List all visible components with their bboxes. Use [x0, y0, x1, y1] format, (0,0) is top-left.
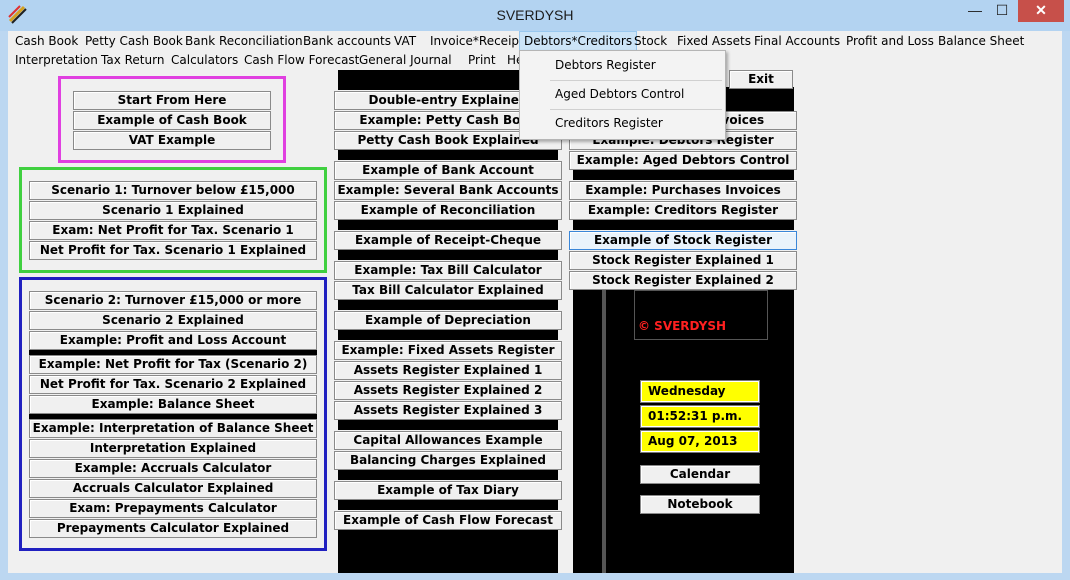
scenario2-button[interactable]: Scenario 2: Turnover £15,000 or more — [29, 291, 317, 310]
example-creditors-register-button[interactable]: Example: Creditors Register — [569, 201, 797, 220]
dropdown-creditors-register[interactable]: Creditors Register — [520, 109, 725, 137]
scenario1-explained-button[interactable]: Scenario 1 Explained — [29, 201, 317, 220]
example-bank-account-button[interactable]: Example of Bank Account — [334, 161, 562, 180]
stock-register-explained-1-button[interactable]: Stock Register Explained 1 — [569, 251, 797, 270]
example-cash-flow-forecast-button[interactable]: Example of Cash Flow Forecast — [334, 511, 562, 530]
menu-profit-and-loss[interactable]: Profit and Loss — [842, 32, 938, 50]
dropdown-aged-debtors-control[interactable]: Aged Debtors Control — [520, 80, 725, 108]
dropdown-debtors-register[interactable]: Debtors Register — [520, 51, 725, 79]
menu-general-journal[interactable]: General Journal — [355, 51, 456, 69]
notebook-button[interactable]: Notebook — [640, 495, 760, 514]
separator-bar — [338, 150, 558, 160]
menu-print[interactable]: Print — [464, 51, 500, 69]
menu-invoice-receipt[interactable]: Invoice*Receipt — [426, 32, 528, 50]
separator-bar — [573, 220, 794, 230]
example-accruals-calculator-button[interactable]: Example: Accruals Calculator — [29, 459, 317, 478]
separator-bar — [338, 500, 558, 510]
menu-vat[interactable]: VAT — [390, 32, 420, 50]
menu-cash-book[interactable]: Cash Book — [11, 32, 82, 50]
copyright-text: © SVERDYSH — [638, 319, 727, 333]
scenario1-button[interactable]: Scenario 1: Turnover below £15,000 — [29, 181, 317, 200]
example-several-bank-accounts-button[interactable]: Example: Several Bank Accounts — [334, 181, 562, 200]
menu-final-accounts[interactable]: Final Accounts — [750, 32, 844, 50]
exam-prepayments-calculator-button[interactable]: Exam: Prepayments Calculator — [29, 499, 317, 518]
separator-bar — [573, 170, 794, 180]
separator-bar — [338, 300, 558, 310]
debtors-creditors-dropdown: Debtors Register Aged Debtors Control Cr… — [519, 50, 726, 140]
example-aged-debtors-control-button[interactable]: Example: Aged Debtors Control — [569, 151, 797, 170]
time-display: 01:52:31 p.m. — [640, 405, 760, 428]
date-display: Aug 07, 2013 — [640, 430, 760, 453]
panel-divider — [602, 290, 606, 573]
menu-bank-reconciliation[interactable]: Bank Reconciliation — [181, 32, 307, 50]
example-net-profit-s2-button[interactable]: Example: Net Profit for Tax (Scenario 2) — [29, 355, 317, 374]
title-bar[interactable]: SVERDYSH — ☐ ✕ — [0, 0, 1070, 31]
separator-bar — [338, 220, 558, 230]
balancing-charges-explained-button[interactable]: Balancing Charges Explained — [334, 451, 562, 470]
menu-tax-return[interactable]: Tax Return — [97, 51, 168, 69]
example-reconciliation-button[interactable]: Example of Reconciliation — [334, 201, 562, 220]
separator-bar — [338, 470, 558, 480]
example-receipt-cheque-button[interactable]: Example of Receipt-Cheque — [334, 231, 562, 250]
separator-bar — [338, 250, 558, 260]
menu-bank-accounts[interactable]: Bank accounts — [299, 32, 395, 50]
example-cash-book-button[interactable]: Example of Cash Book — [73, 111, 271, 130]
app-window: SVERDYSH — ☐ ✕ Cash Book Petty Cash Book… — [0, 0, 1070, 580]
minimize-button[interactable]: — — [962, 0, 988, 22]
capital-allowances-example-button[interactable]: Capital Allowances Example — [334, 431, 562, 450]
vat-example-button[interactable]: VAT Example — [73, 131, 271, 150]
assets-register-explained-2-button[interactable]: Assets Register Explained 2 — [334, 381, 562, 400]
exit-button[interactable]: Exit — [729, 70, 793, 89]
net-profit-s2-explained-button[interactable]: Net Profit for Tax. Scenario 2 Explained — [29, 375, 317, 394]
menu-cash-flow-forecast[interactable]: Cash Flow Forecast — [240, 51, 363, 69]
menu-petty-cash-book[interactable]: Petty Cash Book — [81, 32, 187, 50]
assets-register-explained-3-button[interactable]: Assets Register Explained 3 — [334, 401, 562, 420]
example-fixed-assets-register-button[interactable]: Example: Fixed Assets Register — [334, 341, 562, 360]
exam-net-profit-s1-button[interactable]: Exam: Net Profit for Tax. Scenario 1 — [29, 221, 317, 240]
separator-bar — [338, 420, 558, 430]
separator-bar — [338, 330, 558, 340]
maximize-button[interactable]: ☐ — [989, 0, 1015, 22]
day-display: Wednesday — [640, 380, 760, 403]
tax-bill-calculator-explained-button[interactable]: Tax Bill Calculator Explained — [334, 281, 562, 300]
example-stock-register-button[interactable]: Example of Stock Register — [569, 231, 797, 250]
start-from-here-button[interactable]: Start From Here — [73, 91, 271, 110]
menu-stock[interactable]: Stock — [630, 32, 671, 50]
calendar-button[interactable]: Calendar — [640, 465, 760, 484]
menu-calculators[interactable]: Calculators — [167, 51, 242, 69]
example-depreciation-button[interactable]: Example of Depreciation — [334, 311, 562, 330]
net-profit-s1-explained-button[interactable]: Net Profit for Tax. Scenario 1 Explained — [29, 241, 317, 260]
example-tax-bill-calculator-button[interactable]: Example: Tax Bill Calculator — [334, 261, 562, 280]
menu-interpretation[interactable]: Interpretation — [11, 51, 102, 69]
example-interpretation-bs-button[interactable]: Example: Interpretation of Balance Sheet — [29, 419, 317, 438]
menu-balance-sheet[interactable]: Balance Sheet — [934, 32, 1028, 50]
assets-register-explained-1-button[interactable]: Assets Register Explained 1 — [334, 361, 562, 380]
menu-fixed-assets[interactable]: Fixed Assets — [673, 32, 755, 50]
scenario2-explained-button[interactable]: Scenario 2 Explained — [29, 311, 317, 330]
client-area: Cash Book Petty Cash Book Bank Reconcili… — [8, 31, 1062, 573]
black-panel — [338, 530, 558, 573]
interpretation-explained-button[interactable]: Interpretation Explained — [29, 439, 317, 458]
prepayments-calculator-explained-button[interactable]: Prepayments Calculator Explained — [29, 519, 317, 538]
example-tax-diary-button[interactable]: Example of Tax Diary — [334, 481, 562, 500]
example-balance-sheet-button[interactable]: Example: Balance Sheet — [29, 395, 317, 414]
close-button[interactable]: ✕ — [1018, 0, 1064, 22]
example-profit-loss-button[interactable]: Example: Profit and Loss Account — [29, 331, 317, 350]
stock-register-explained-2-button[interactable]: Stock Register Explained 2 — [569, 271, 797, 290]
menu-debtors-creditors[interactable]: Debtors*Creditors — [518, 31, 638, 51]
accruals-calculator-explained-button[interactable]: Accruals Calculator Explained — [29, 479, 317, 498]
example-purchases-invoices-button[interactable]: Example: Purchases Invoices — [569, 181, 797, 200]
window-title: SVERDYSH — [496, 7, 574, 23]
